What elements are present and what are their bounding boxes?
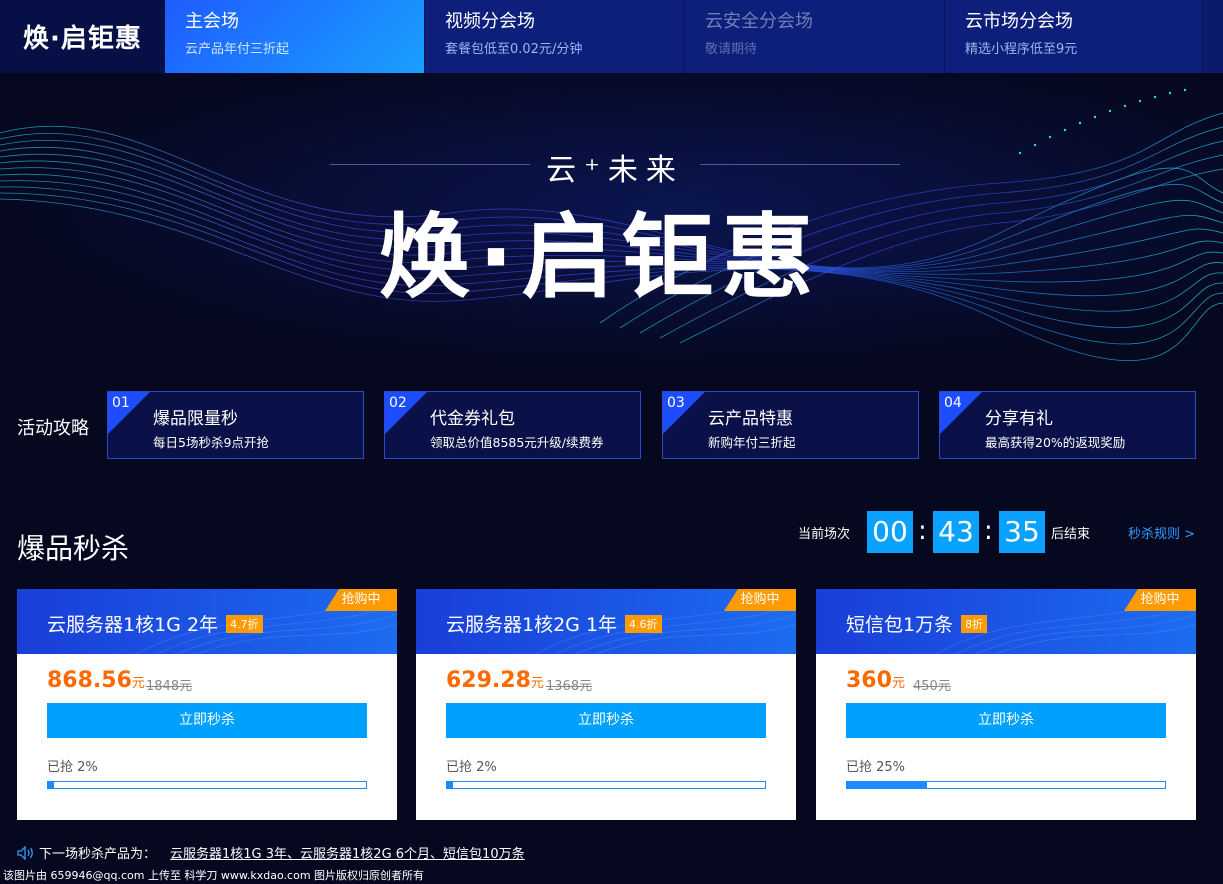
next-round-items[interactable]: 云服务器1核1G 3年、云服务器1核2G 6个月、短信包10万条 (170, 843, 525, 862)
progress-fill (48, 782, 55, 788)
tab-desc: 套餐包低至0.02元/分钟 (445, 42, 583, 57)
product-name-text: 短信包1万条 (846, 614, 954, 636)
product-name: 云服务器1核1G 2年 4.7折 (47, 610, 263, 637)
sold-percent: 已抢 2% (47, 760, 98, 775)
guide-title: 分享有礼 (985, 409, 1053, 429)
buy-now-button[interactable]: 立即秒杀 (47, 703, 367, 738)
tab-title: 视频分会场 (445, 11, 535, 32)
discount-tag: 4.7折 (226, 615, 263, 633)
guide-card-products[interactable]: 03 云产品特惠 新购年付三折起 (662, 391, 919, 459)
guide-num: 03 (667, 395, 685, 411)
price-value: 629.28 (446, 668, 531, 693)
product-card: 抢购中 云服务器1核2G 1年 4.6折 629.28元 1368元 立即秒杀 已… (416, 589, 796, 820)
guide-card-share[interactable]: 04 分享有礼 最高获得20%的返现奖励 (939, 391, 1196, 459)
guide-label: 活动攻略 (17, 418, 89, 439)
tab-main-venue[interactable]: 主会场 云产品年付三折起 (165, 0, 425, 73)
price-unit: 元 (131, 676, 145, 691)
product-card: 抢购中 短信包1万条 8折 360元 450元 立即秒杀 已抢 25% (816, 589, 1196, 820)
price-value: 868.56 (47, 668, 132, 693)
watermark-text: 该图片由 659946@qq.com 上传至 科学刀 www.kxdao.com… (3, 869, 425, 882)
guide-desc: 新购年付三折起 (708, 435, 796, 450)
guide-num: 02 (389, 395, 407, 411)
tab-market-venue[interactable]: 云市场分会场 精选小程序低至9元 (945, 0, 1203, 73)
original-price: 1368元 (546, 679, 593, 694)
top-nav: 焕·启钜惠 主会场 云产品年付三折起 视频分会场 套餐包低至0.02元/分钟 云… (0, 0, 1223, 73)
card-header: 抢购中 云服务器1核1G 2年 4.7折 (17, 589, 397, 654)
guide-title: 云产品特惠 (708, 409, 793, 429)
logo[interactable]: 焕·启钜惠 (0, 0, 165, 73)
next-round: 下一场秒杀产品为： 云服务器1核1G 3年、云服务器1核2G 6个月、短信包10… (17, 843, 525, 862)
round-label: 当前场次 (798, 527, 851, 542)
end-label: 后结束 (1051, 527, 1091, 542)
buy-now-button[interactable]: 立即秒杀 (846, 703, 1166, 738)
card-header: 抢购中 短信包1万条 8折 (816, 589, 1196, 654)
original-price: 450元 (913, 679, 951, 694)
guide-title: 代金券礼包 (430, 409, 515, 429)
product-name: 云服务器1核2G 1年 4.6折 (446, 610, 662, 637)
price: 868.56元 (47, 668, 145, 693)
buy-now-button[interactable]: 立即秒杀 (446, 703, 766, 738)
countdown-hours: 00 (867, 511, 913, 553)
discount-tag: 4.6折 (625, 615, 662, 633)
progress-fill (847, 782, 927, 788)
next-round-label: 下一场秒杀产品为： (39, 847, 157, 862)
guide-desc: 最高获得20%的返现奖励 (985, 435, 1126, 450)
tab-title: 云市场分会场 (965, 11, 1073, 32)
tab-desc: 云产品年付三折起 (185, 42, 290, 57)
product-card: 抢购中 云服务器1核1G 2年 4.7折 868.56元 1848元 立即秒杀 已… (17, 589, 397, 820)
tab-title: 云安全分会场 (705, 11, 813, 32)
guide-desc: 领取总价值8585元升级/续费券 (430, 435, 604, 450)
guide-card-voucher[interactable]: 02 代金券礼包 领取总价值8585元升级/续费券 (384, 391, 641, 459)
discount-tag: 8折 (961, 615, 988, 633)
countdown-seconds: 35 (999, 511, 1045, 553)
product-name-text: 云服务器1核1G 2年 (47, 614, 219, 636)
tab-title: 主会场 (185, 11, 239, 32)
progress-bar (47, 781, 367, 789)
price-value: 360 (846, 668, 892, 693)
progress-fill (447, 782, 454, 788)
guide-num: 01 (112, 395, 130, 411)
sold-percent: 已抢 25% (846, 760, 906, 775)
countdown-separator: : (984, 516, 993, 546)
countdown-separator: : (918, 516, 927, 546)
progress-bar (446, 781, 766, 789)
countdown-minutes: 43 (933, 511, 979, 553)
speaker-icon (17, 845, 33, 860)
product-name: 短信包1万条 8折 (846, 610, 988, 637)
guide-card-flash[interactable]: 01 爆品限量秒 每日5场秒杀9点开抢 (107, 391, 364, 459)
tab-desc: 精选小程序低至9元 (965, 42, 1078, 57)
price: 629.28元 (446, 668, 544, 693)
card-header: 抢购中 云服务器1核2G 1年 4.6折 (416, 589, 796, 654)
section-title: 爆品秒杀 (17, 532, 130, 565)
price-unit: 元 (891, 676, 905, 691)
guide-desc: 每日5场秒杀9点开抢 (153, 435, 269, 450)
hero-banner: 云⁺未来 焕·启钜惠 (0, 73, 1223, 373)
tab-security-venue[interactable]: 云安全分会场 敬请期待 (685, 0, 945, 73)
sold-percent: 已抢 2% (446, 760, 497, 775)
guide-num: 04 (944, 395, 962, 411)
tab-video-venue[interactable]: 视频分会场 套餐包低至0.02元/分钟 (425, 0, 685, 73)
price-unit: 元 (530, 676, 544, 691)
original-price: 1848元 (146, 679, 193, 694)
hero-title: 焕·启钜惠 (378, 204, 822, 311)
rules-link[interactable]: 秒杀规则 > (1128, 523, 1195, 542)
divider (700, 164, 900, 165)
progress-bar (846, 781, 1166, 789)
product-name-text: 云服务器1核2G 1年 (446, 614, 618, 636)
guide-title: 爆品限量秒 (153, 409, 238, 429)
divider (330, 164, 530, 165)
tab-desc: 敬请期待 (705, 42, 758, 57)
price: 360元 (846, 668, 905, 693)
